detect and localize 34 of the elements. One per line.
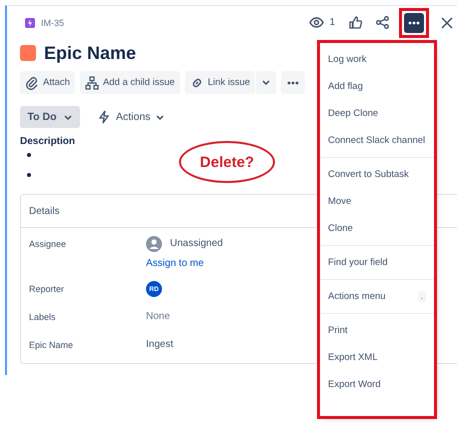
toolbar-button[interactable]: Add a child issue <box>80 71 180 94</box>
field-label: Assignee <box>29 238 68 251</box>
menu-item[interactable]: Find your field <box>320 249 434 276</box>
toolbar-button[interactable]: Attach <box>20 71 75 94</box>
menu-item[interactable]: Move <box>320 188 434 215</box>
menu-item[interactable]: Export Word <box>320 371 434 398</box>
callout-ellipse: Delete? <box>179 141 275 183</box>
section-label: Description <box>20 136 76 147</box>
field-value: Unassigned <box>170 237 223 251</box>
menu-item[interactable]: Deep Clone <box>320 100 434 127</box>
menu-item[interactable]: Convert to Subtask <box>320 161 434 188</box>
menu-item-label: Actions menu <box>328 291 386 302</box>
field-value: None <box>146 310 171 324</box>
issue-key[interactable]: IM-35 <box>41 18 64 28</box>
shortcut-key: . <box>418 291 426 302</box>
field-value: Ingest <box>146 338 174 352</box>
field-label: Epic Name <box>29 339 74 352</box>
watcher-count: 1 <box>329 17 335 28</box>
menu-item[interactable]: Connect Slack channel <box>320 127 434 154</box>
assign-link[interactable]: Assign to me <box>146 258 204 269</box>
issue-title: Epic Name <box>44 42 136 64</box>
field-label: Reporter <box>29 283 66 296</box>
menu-item[interactable]: Clone <box>320 215 434 242</box>
menu-item[interactable]: Add flag <box>320 73 434 100</box>
watch-button[interactable]: 1 <box>305 12 339 34</box>
menu-item[interactable]: Log work <box>320 46 434 73</box>
actions-dropdown[interactable]: Actions <box>94 110 168 124</box>
menu-item[interactable]: Export XML <box>320 344 434 371</box>
status-dropdown[interactable]: To Do <box>20 106 80 128</box>
toolbar-button[interactable]: Link issue <box>184 71 256 94</box>
menu-item[interactable]: Print <box>320 317 434 344</box>
card-title: Details <box>29 206 60 216</box>
menu-item[interactable]: Actions menu . <box>320 283 434 310</box>
field-label: Labels <box>29 311 57 324</box>
